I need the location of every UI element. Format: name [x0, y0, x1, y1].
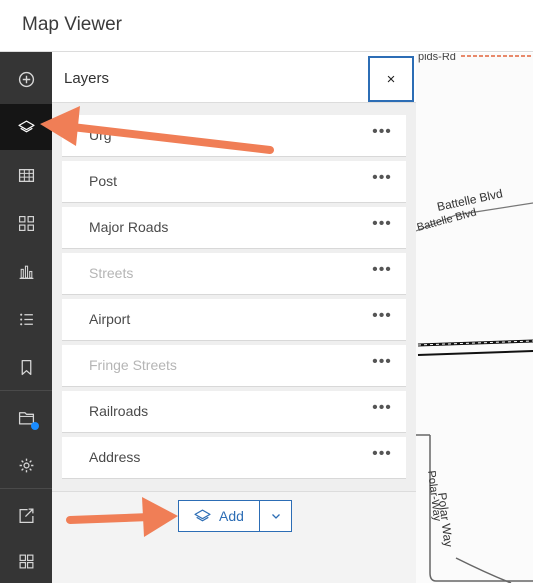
layer-item[interactable]: Railroads ••• — [62, 391, 406, 433]
more-options-button[interactable]: ••• — [370, 444, 394, 468]
add-label: Add — [219, 508, 244, 524]
table-tool-button[interactable] — [0, 152, 52, 198]
add-dropdown-button[interactable] — [259, 501, 291, 531]
layers-tool-button[interactable] — [0, 104, 52, 150]
layer-label: Fringe Streets — [89, 357, 177, 373]
legend-icon — [18, 215, 34, 231]
add-layer-button[interactable]: Add — [179, 501, 259, 531]
layer-label: Urg — [89, 127, 112, 143]
more-options-button[interactable]: ••• — [370, 398, 394, 422]
add-button-group: Add — [178, 500, 292, 532]
share-tool-button[interactable] — [0, 492, 52, 538]
bookmark-icon — [21, 359, 31, 375]
more-options-button[interactable]: ••• — [370, 306, 394, 330]
map-view[interactable]: pids-Rd Battelle Blvd Battelle Blvd Pola… — [416, 53, 533, 583]
layer-item[interactable]: Fringe Streets ••• — [62, 345, 406, 387]
settings-tool-button[interactable] — [0, 442, 52, 488]
toolbar-divider — [0, 390, 52, 391]
layer-label: Post — [89, 173, 118, 189]
layer-item[interactable]: Airport ••• — [62, 299, 406, 341]
panel-footer: Add — [52, 491, 416, 583]
notification-dot — [31, 422, 39, 430]
layer-label: Airport — [89, 311, 131, 327]
toolbar — [0, 52, 52, 583]
layer-item[interactable]: Post ••• — [62, 161, 406, 203]
layers-icon — [194, 508, 211, 521]
layer-label: Major Roads — [89, 219, 169, 235]
layers-panel: Layers × Urg ••• Post ••• Major Roads ••… — [52, 53, 416, 583]
list-icon — [19, 313, 33, 325]
add-icon — [18, 71, 34, 87]
map-label: pids-Rd — [418, 53, 456, 63]
add-tool-button[interactable] — [0, 56, 52, 102]
list-tool-button[interactable] — [0, 296, 52, 342]
map-railroad — [417, 350, 533, 356]
charts-icon — [19, 265, 33, 279]
charts-tool-button[interactable] — [0, 248, 52, 294]
layer-item[interactable]: Urg ••• — [62, 115, 406, 157]
more-options-button[interactable]: ••• — [370, 260, 394, 284]
gear-icon — [19, 458, 33, 472]
layer-item[interactable]: Streets ••• — [62, 253, 406, 295]
more-options-button[interactable]: ••• — [370, 352, 394, 376]
layer-label: Streets — [89, 265, 134, 281]
share-icon — [18, 507, 34, 523]
bookmark-tool-button[interactable] — [0, 344, 52, 390]
map-road — [455, 557, 512, 583]
chevron-down-icon — [271, 514, 280, 519]
folder-tool-button[interactable] — [0, 394, 52, 440]
layer-label: Railroads — [89, 403, 149, 419]
more-options-button[interactable]: ••• — [370, 168, 394, 192]
layers-icon — [17, 119, 35, 132]
layer-item[interactable]: Address ••• — [62, 437, 406, 479]
toolbar-divider — [0, 488, 52, 489]
map-label: Polar-Way — [425, 470, 443, 523]
apps-icon — [19, 554, 33, 568]
app-header: Map Viewer — [0, 0, 533, 52]
more-options-button[interactable]: ••• — [370, 122, 394, 146]
apps-tool-button[interactable] — [0, 538, 52, 583]
app-title: Map Viewer — [22, 14, 122, 35]
legend-tool-button[interactable] — [0, 200, 52, 246]
layer-label: Address — [89, 449, 141, 465]
close-button[interactable]: × — [368, 56, 414, 102]
table-icon — [18, 168, 34, 182]
panel-title: Layers — [64, 70, 110, 87]
more-options-button[interactable]: ••• — [370, 214, 394, 238]
map-canvas: pids-Rd Battelle Blvd Battelle Blvd Pola… — [416, 53, 533, 583]
panel-header: Layers × — [52, 53, 416, 103]
layer-item[interactable]: Major Roads ••• — [62, 207, 406, 249]
